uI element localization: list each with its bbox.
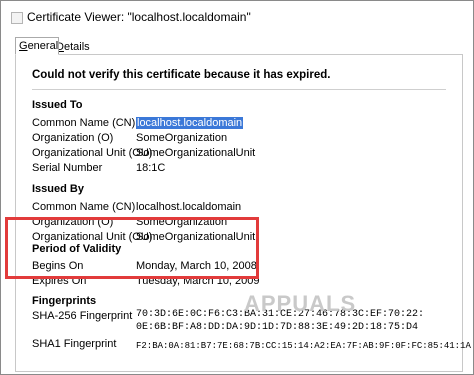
issued-to-ou-label: Organizational Unit (OU) (32, 147, 153, 159)
window-icon (11, 12, 23, 24)
sha1-value: F2:BA:0A:81:B7:7E:68:7B:CC:15:14:A2:EA:7… (136, 341, 471, 351)
tab-details-label: Details (56, 41, 90, 53)
issued-by-cn-value: localhost.localdomain (136, 201, 242, 213)
title-bar[interactable]: Certificate Viewer: "localhost.localdoma… (1, 1, 473, 33)
serial-number-value: 18:1C (136, 162, 166, 174)
sha256-value-line2: 0E:6B:BF:A8:DD:DA:9D:1D:7D:88:3E:49:2D:1… (136, 322, 419, 333)
sha256-value-line1: 70:3D:6E:0C:F6:C3:BA:31:CE:27:46:78:3C:E… (136, 309, 425, 320)
issued-to-cn-value[interactable]: localhost.localdomain (136, 117, 244, 129)
fingerprints-heading: Fingerprints (32, 295, 97, 307)
divider (32, 89, 446, 90)
issued-by-ou-value: SomeOrganizationalUnit (136, 231, 256, 243)
sha1-label: SHA1 Fingerprint (32, 338, 117, 350)
validity-heading: Period of Validity (32, 243, 122, 255)
issued-to-ou-value: SomeOrganizationalUnit (136, 147, 256, 159)
tab-general[interactable]: General (15, 37, 59, 55)
begins-on-value: Monday, March 10, 2008 (136, 260, 257, 272)
certificate-viewer-window: Certificate Viewer: "localhost.localdoma… (0, 0, 474, 375)
general-panel: Could not verify this certificate becaus… (15, 54, 471, 372)
issued-to-o-value: SomeOrganization (136, 132, 228, 144)
issued-to-heading: Issued To (32, 99, 83, 111)
serial-number-label: Serial Number (32, 162, 103, 174)
expires-on-value: Tuesday, March 10, 2009 (136, 275, 260, 287)
expired-warning-message: Could not verify this certificate becaus… (32, 69, 331, 81)
issued-by-o-value: SomeOrganization (136, 216, 228, 228)
issued-by-heading: Issued By (32, 183, 84, 195)
issued-to-cn-label: Common Name (CN) (32, 117, 136, 129)
issued-to-o-label: Organization (O) (32, 132, 114, 144)
expires-on-label: Expires On (32, 275, 87, 287)
tab-general-label: General (19, 40, 59, 52)
issued-by-o-label: Organization (O) (32, 216, 114, 228)
begins-on-label: Begins On (32, 260, 84, 272)
issued-by-ou-label: Organizational Unit (OU) (32, 231, 153, 243)
window-title: Certificate Viewer: "localhost.localdoma… (27, 10, 251, 24)
issued-by-cn-label: Common Name (CN) (32, 201, 136, 213)
sha256-label: SHA-256 Fingerprint (32, 310, 133, 322)
